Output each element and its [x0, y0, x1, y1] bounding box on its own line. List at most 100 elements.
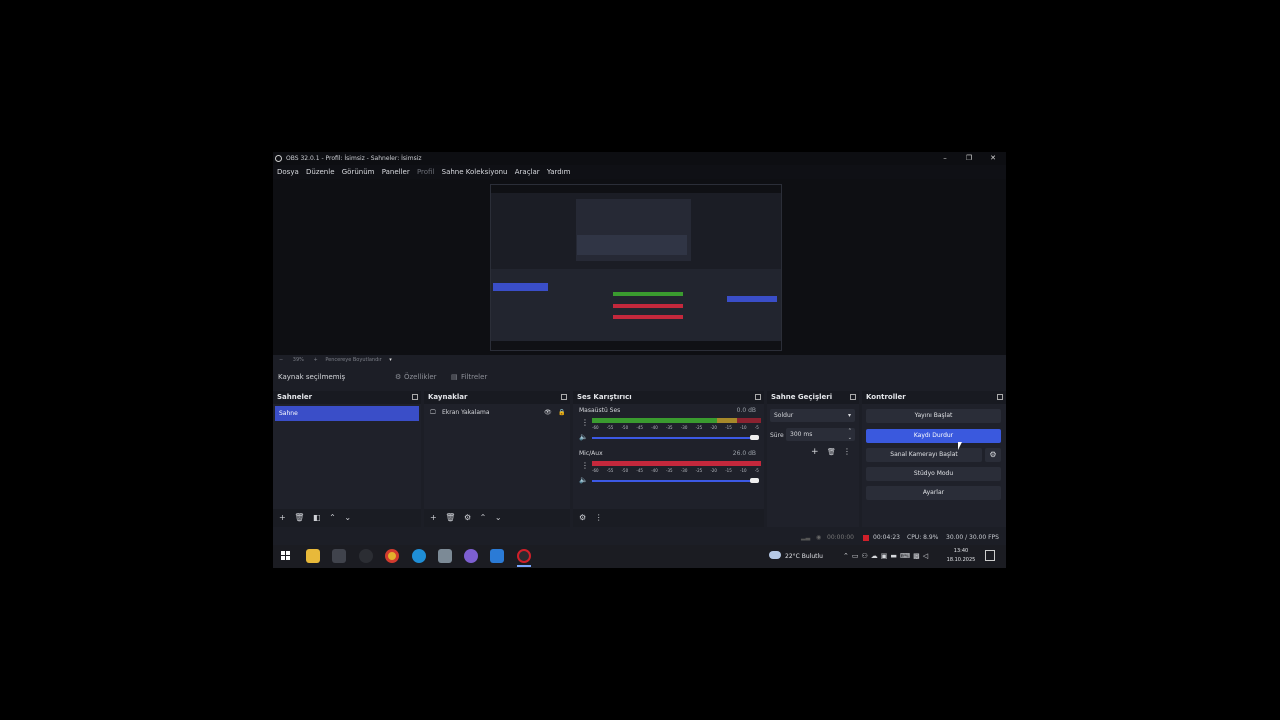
audio-mixer-dock: Ses Karıştırıcı Masaüstü Ses 0.0 dB ⋮ -6…	[573, 391, 770, 527]
scene-filters-icon[interactable]: ◧	[313, 513, 321, 522]
volume-slider-knob[interactable]	[750, 435, 759, 440]
start-streaming-button[interactable]: Yayını Başlat	[866, 409, 1001, 423]
source-settings-icon[interactable]: ⚙	[464, 513, 471, 522]
start-virtual-camera-button[interactable]: Sanal Kamerayı Başlat	[866, 448, 982, 462]
chevron-down-icon[interactable]: ▾	[389, 357, 392, 363]
spin-down-icon[interactable]: ⌄	[848, 432, 852, 445]
studio-mode-button[interactable]: Stüdyo Modu	[866, 467, 1001, 481]
context-bar: Kaynak seçilmemiş ⚙ Özellikler ▤ Filtrel…	[273, 365, 1006, 389]
file-explorer-icon[interactable]	[306, 549, 320, 563]
task-view-icon[interactable]	[332, 549, 346, 563]
zoom-in-button[interactable]: +	[314, 357, 318, 363]
menu-help[interactable]: Yardım	[547, 168, 571, 176]
scenes-toolbar: + 🗑 ◧ ⌃ ⌄	[273, 509, 421, 527]
monitor-icon: 🖵	[430, 409, 436, 416]
trash-icon[interactable]: 🗑	[827, 448, 836, 456]
scenes-dock: Sahneler Sahne + 🗑 ◧ ⌃ ⌄	[273, 391, 421, 527]
menu-edit[interactable]: Düzenle	[306, 168, 335, 176]
filters-button[interactable]: Filtreler	[461, 365, 487, 389]
move-up-icon[interactable]: ⌃	[329, 513, 336, 522]
kebab-menu-icon[interactable]: ⋮	[843, 447, 851, 456]
menu-view[interactable]: Görünüm	[342, 168, 375, 176]
move-up-icon[interactable]: ⌃	[480, 513, 487, 522]
undock-icon[interactable]	[561, 394, 567, 400]
remove-scene-icon[interactable]: 🗑	[294, 513, 304, 522]
menu-scene-collection[interactable]: Sahne Koleksiyonu	[442, 168, 508, 176]
duration-spinbox[interactable]: 300 ms ⌃ ⌄	[786, 428, 855, 441]
obs-window: OBS 32.0.1 - Profil: İsimsiz - Sahneler:…	[273, 152, 1006, 545]
settings-button[interactable]: Ayarlar	[866, 486, 1001, 500]
weather-label[interactable]: 22°C Bulutlu	[785, 545, 823, 568]
source-list-item[interactable]: 🖵 Ekran Yakalama 👁 🔒	[428, 406, 566, 420]
obs-logo-icon	[275, 155, 282, 162]
undock-icon[interactable]	[850, 394, 856, 400]
windows-taskbar: 22°C Bulutlu ⌃▭⚇☁▣▬⌨▩◁ 13:40 18.10.2025	[273, 545, 1006, 568]
kebab-menu-icon[interactable]: ⋮	[595, 513, 603, 522]
undock-icon[interactable]	[412, 394, 418, 400]
app-icon[interactable]	[359, 549, 373, 563]
meter-scale: -60 -55 -50 -45 -40 -35 -30 -25 -20 -15 …	[592, 425, 770, 430]
close-button[interactable]: ✕	[981, 152, 1005, 165]
add-scene-icon[interactable]: +	[279, 513, 286, 522]
system-tray-icons[interactable]: ⌃▭⚇☁▣▬⌨▩◁	[843, 545, 931, 568]
controls-dock-title: Kontroller	[866, 393, 906, 401]
undock-icon[interactable]	[997, 394, 1003, 400]
eye-icon[interactable]: 👁	[544, 406, 552, 420]
speaker-icon[interactable]: 🔈	[579, 476, 588, 484]
duration-label: Süre	[770, 432, 784, 439]
preview-area[interactable]	[273, 179, 1006, 355]
notification-icon[interactable]	[985, 550, 995, 561]
transition-select[interactable]: Soldur ▾	[770, 409, 855, 422]
menu-tools[interactable]: Araçlar	[515, 168, 540, 176]
vscode-icon[interactable]	[490, 549, 504, 563]
edge-icon[interactable]	[412, 549, 426, 563]
virtual-camera-settings-gear-icon[interactable]: ⚙	[985, 448, 1001, 462]
kebab-menu-icon[interactable]: ⋮	[581, 461, 589, 470]
restore-button[interactable]: ❐	[957, 152, 981, 165]
fit-window-button[interactable]: Pencereye Boyutlandır	[325, 357, 381, 363]
lock-icon[interactable]: 🔒	[558, 406, 565, 420]
move-down-icon[interactable]: ⌄	[344, 513, 351, 522]
controls-dock-header: Kontroller	[862, 391, 1006, 404]
transitions-dock-title: Sahne Geçişleri	[771, 393, 833, 401]
windows-start-icon[interactable]	[279, 549, 293, 563]
add-source-icon[interactable]: +	[430, 513, 437, 522]
cpu-usage: CPU: 8.9%	[907, 534, 939, 541]
transition-selected: Soldur	[774, 412, 794, 419]
menu-profile[interactable]: Profil	[417, 168, 434, 176]
volume-meter-red	[592, 461, 761, 466]
advanced-audio-icon[interactable]: ⚙	[579, 513, 586, 522]
menu-file[interactable]: Dosya	[277, 168, 299, 176]
channel-level: 0.0 dB	[736, 407, 756, 414]
stop-recording-button[interactable]: Kaydı Durdur	[866, 429, 1001, 443]
minimize-button[interactable]: –	[933, 152, 957, 165]
add-transition-icon[interactable]: +	[811, 447, 819, 457]
move-down-icon[interactable]: ⌄	[495, 513, 502, 522]
meter-scale: -60 -55 -50 -45 -40 -35 -30 -25 -20 -15 …	[592, 468, 770, 473]
clock-time[interactable]: 13:40	[945, 548, 977, 554]
mixer-dock-header: Ses Karıştırıcı	[573, 391, 764, 404]
app-icon[interactable]	[438, 549, 452, 563]
zoom-out-button[interactable]: −	[279, 357, 283, 363]
properties-button[interactable]: Özellikler	[404, 365, 437, 389]
menu-bar: Dosya Düzenle Görünüm Paneller Profil Sa…	[273, 165, 1006, 179]
remove-source-icon[interactable]: 🗑	[445, 513, 455, 522]
volume-slider[interactable]	[592, 480, 755, 482]
chrome-icon[interactable]	[385, 549, 399, 563]
app-icon[interactable]	[464, 549, 478, 563]
volume-meter-red	[737, 418, 761, 423]
clock-date[interactable]: 18.10.2025	[945, 557, 977, 563]
transitions-dock-header: Sahne Geçişleri	[767, 391, 859, 404]
volume-meter-green	[592, 418, 717, 423]
scenes-dock-header: Sahneler	[273, 391, 421, 404]
volume-slider-knob[interactable]	[750, 478, 759, 483]
kebab-menu-icon[interactable]: ⋮	[581, 418, 589, 427]
scene-list-item[interactable]: Sahne	[275, 406, 419, 421]
sources-dock: Kaynaklar 🖵 Ekran Yakalama 👁 🔒 + 🗑 ⚙ ⌃ ⌄	[424, 391, 570, 527]
obs-taskbar-icon[interactable]	[517, 549, 531, 563]
volume-slider[interactable]	[592, 437, 755, 439]
undock-icon[interactable]	[755, 394, 761, 400]
window-title: OBS 32.0.1 - Profil: İsimsiz - Sahneler:…	[286, 155, 422, 162]
menu-docks[interactable]: Paneller	[382, 168, 410, 176]
speaker-icon[interactable]: 🔈	[579, 433, 588, 441]
